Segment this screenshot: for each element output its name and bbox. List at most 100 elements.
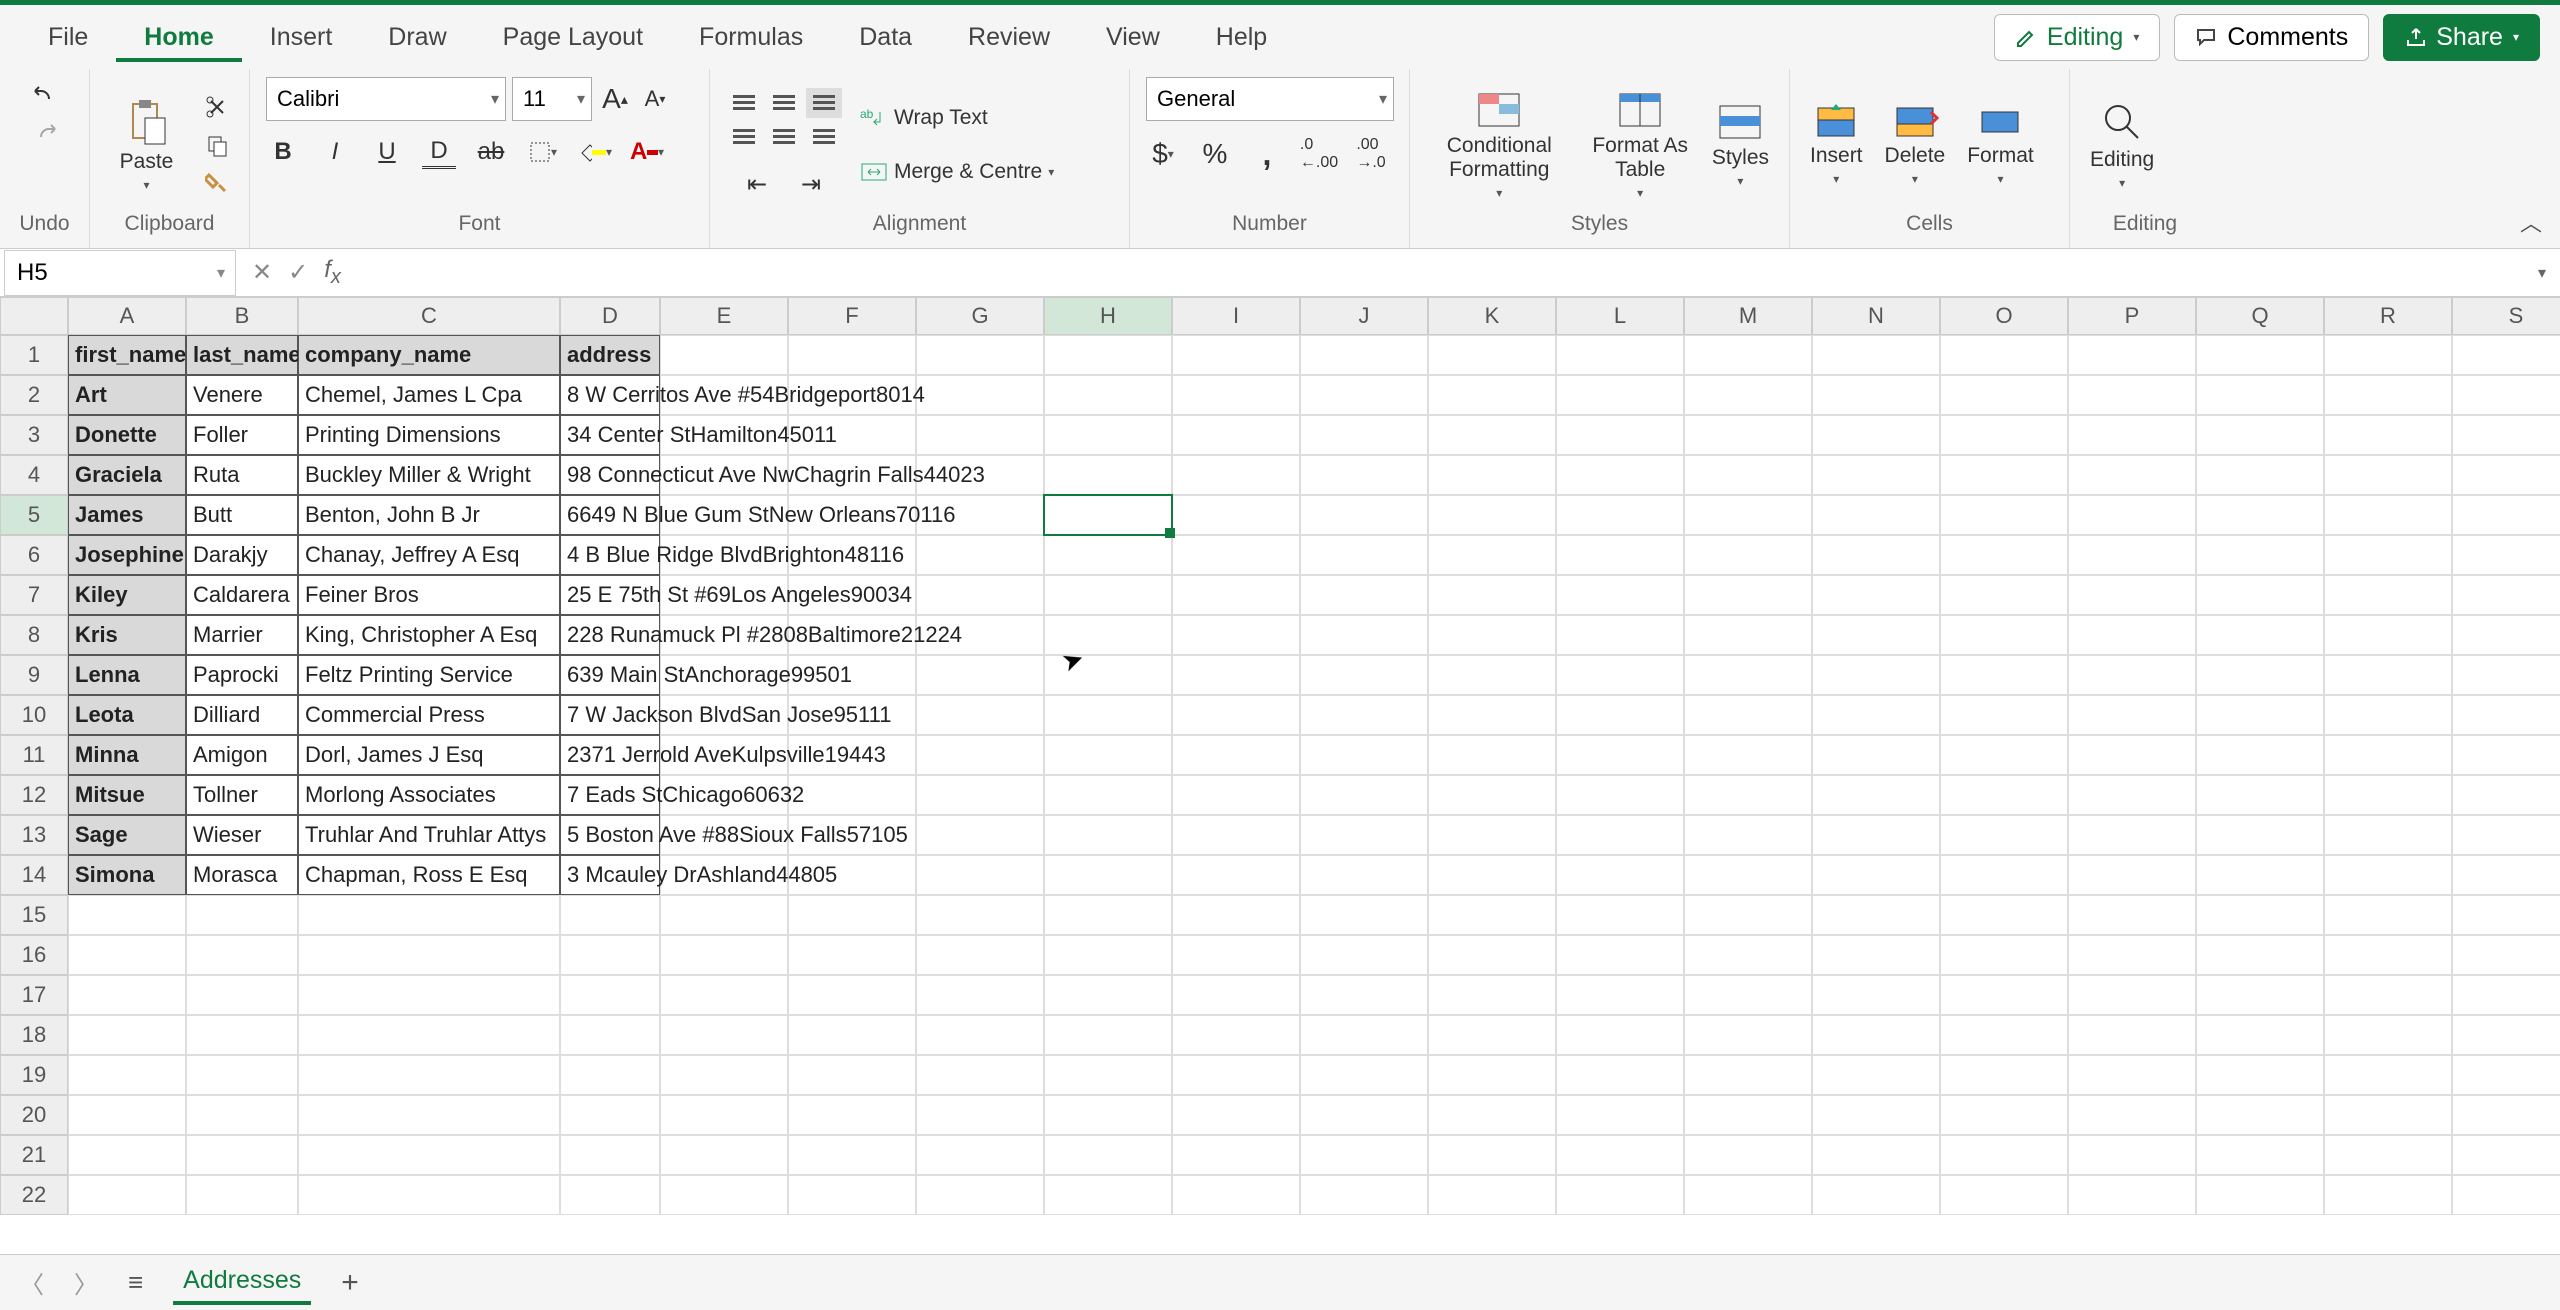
- cell-F19[interactable]: [788, 1055, 916, 1095]
- cell-R2[interactable]: [2324, 375, 2452, 415]
- column-header-Q[interactable]: Q: [2196, 297, 2324, 335]
- cell-K18[interactable]: [1428, 1015, 1556, 1055]
- cell-S19[interactable]: [2452, 1055, 2560, 1095]
- cell-K17[interactable]: [1428, 975, 1556, 1015]
- cell-C12[interactable]: Morlong Associates: [298, 775, 560, 815]
- cell-C17[interactable]: [298, 975, 560, 1015]
- column-header-N[interactable]: N: [1812, 297, 1940, 335]
- cell-I7[interactable]: [1172, 575, 1300, 615]
- cell-G15[interactable]: [916, 895, 1044, 935]
- cell-B18[interactable]: [186, 1015, 298, 1055]
- cell-S11[interactable]: [2452, 735, 2560, 775]
- cell-B19[interactable]: [186, 1055, 298, 1095]
- cell-C13[interactable]: Truhlar And Truhlar Attys: [298, 815, 560, 855]
- cell-M16[interactable]: [1684, 935, 1812, 975]
- cell-H4[interactable]: [1044, 455, 1172, 495]
- italic-button[interactable]: I: [318, 135, 352, 169]
- cell-C21[interactable]: [298, 1135, 560, 1175]
- cell-L2[interactable]: [1556, 375, 1684, 415]
- cell-O1[interactable]: [1940, 335, 2068, 375]
- cell-J2[interactable]: [1300, 375, 1428, 415]
- cell-A11[interactable]: Minna: [68, 735, 186, 775]
- cell-L15[interactable]: [1556, 895, 1684, 935]
- cell-A6[interactable]: Josephine: [68, 535, 186, 575]
- cell-F21[interactable]: [788, 1135, 916, 1175]
- cell-A14[interactable]: Simona: [68, 855, 186, 895]
- cell-B21[interactable]: [186, 1135, 298, 1175]
- menu-formulas[interactable]: Formulas: [671, 13, 831, 62]
- percent-button[interactable]: %: [1198, 137, 1232, 171]
- cell-R7[interactable]: [2324, 575, 2452, 615]
- cell-L9[interactable]: [1556, 655, 1684, 695]
- cell-R19[interactable]: [2324, 1055, 2452, 1095]
- cell-D21[interactable]: [560, 1135, 660, 1175]
- column-header-D[interactable]: D: [560, 297, 660, 335]
- cell-Q16[interactable]: [2196, 935, 2324, 975]
- cell-M2[interactable]: [1684, 375, 1812, 415]
- cell-M1[interactable]: [1684, 335, 1812, 375]
- cell-C15[interactable]: [298, 895, 560, 935]
- increase-font-size-button[interactable]: A▴: [598, 82, 632, 116]
- add-sheet-button[interactable]: +: [341, 1266, 359, 1300]
- expand-formula-bar-button[interactable]: ▾: [2538, 263, 2560, 283]
- cell-P17[interactable]: [2068, 975, 2196, 1015]
- select-all-corner[interactable]: [0, 297, 68, 335]
- cell-M15[interactable]: [1684, 895, 1812, 935]
- align-top-right[interactable]: [806, 88, 842, 118]
- cell-F18[interactable]: [788, 1015, 916, 1055]
- cell-D20[interactable]: [560, 1095, 660, 1135]
- cell-R8[interactable]: [2324, 615, 2452, 655]
- cell-J6[interactable]: [1300, 535, 1428, 575]
- cell-N6[interactable]: [1812, 535, 1940, 575]
- cell-K19[interactable]: [1428, 1055, 1556, 1095]
- cell-J8[interactable]: [1300, 615, 1428, 655]
- cell-O16[interactable]: [1940, 935, 2068, 975]
- cell-L5[interactable]: [1556, 495, 1684, 535]
- cell-L11[interactable]: [1556, 735, 1684, 775]
- cell-J20[interactable]: [1300, 1095, 1428, 1135]
- cell-K11[interactable]: [1428, 735, 1556, 775]
- cell-M22[interactable]: [1684, 1175, 1812, 1215]
- cell-R10[interactable]: [2324, 695, 2452, 735]
- column-header-F[interactable]: F: [788, 297, 916, 335]
- cell-F12[interactable]: [788, 775, 916, 815]
- cell-P22[interactable]: [2068, 1175, 2196, 1215]
- cell-J1[interactable]: [1300, 335, 1428, 375]
- align-bottom-center[interactable]: [766, 122, 802, 152]
- cell-B20[interactable]: [186, 1095, 298, 1135]
- row-header-15[interactable]: 15: [0, 895, 68, 935]
- cell-O13[interactable]: [1940, 815, 2068, 855]
- cell-C4[interactable]: Buckley Miller & Wright: [298, 455, 560, 495]
- column-header-I[interactable]: I: [1172, 297, 1300, 335]
- cell-I19[interactable]: [1172, 1055, 1300, 1095]
- cell-H1[interactable]: [1044, 335, 1172, 375]
- cell-Q8[interactable]: [2196, 615, 2324, 655]
- cell-O11[interactable]: [1940, 735, 2068, 775]
- cell-D13[interactable]: 5 Boston Ave #88Sioux Falls57105: [560, 815, 660, 855]
- row-header-16[interactable]: 16: [0, 935, 68, 975]
- row-header-17[interactable]: 17: [0, 975, 68, 1015]
- row-header-22[interactable]: 22: [0, 1175, 68, 1215]
- cell-K15[interactable]: [1428, 895, 1556, 935]
- editing-mode-button[interactable]: Editing ▾: [1994, 14, 2160, 61]
- cell-C19[interactable]: [298, 1055, 560, 1095]
- cell-B10[interactable]: Dilliard: [186, 695, 298, 735]
- row-header-3[interactable]: 3: [0, 415, 68, 455]
- cell-L3[interactable]: [1556, 415, 1684, 455]
- cell-O20[interactable]: [1940, 1095, 2068, 1135]
- cell-C11[interactable]: Dorl, James J Esq: [298, 735, 560, 775]
- cell-L1[interactable]: [1556, 335, 1684, 375]
- cell-A5[interactable]: James: [68, 495, 186, 535]
- cell-N18[interactable]: [1812, 1015, 1940, 1055]
- cell-C7[interactable]: Feiner Bros: [298, 575, 560, 615]
- cell-A7[interactable]: Kiley: [68, 575, 186, 615]
- cell-O21[interactable]: [1940, 1135, 2068, 1175]
- cell-B6[interactable]: Darakjy: [186, 535, 298, 575]
- cell-N2[interactable]: [1812, 375, 1940, 415]
- cell-M18[interactable]: [1684, 1015, 1812, 1055]
- cell-B2[interactable]: Venere: [186, 375, 298, 415]
- cell-Q6[interactable]: [2196, 535, 2324, 575]
- cell-S4[interactable]: [2452, 455, 2560, 495]
- cell-C14[interactable]: Chapman, Ross E Esq: [298, 855, 560, 895]
- insert-cells-button[interactable]: Insert▾: [1806, 100, 1867, 190]
